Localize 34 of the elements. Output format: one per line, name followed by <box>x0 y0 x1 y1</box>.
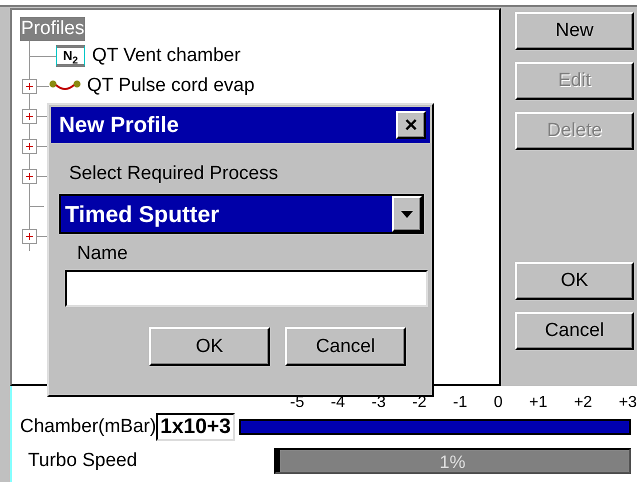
process-value: Timed Sputter <box>64 200 220 228</box>
process-label: Select Required Process <box>69 162 280 186</box>
tree-item[interactable]: QT Vent chamber <box>92 45 241 67</box>
scale-label: +2 <box>574 394 592 412</box>
turbo-label: Turbo Speed <box>27 450 138 472</box>
dropdown-arrow-button[interactable] <box>392 196 422 232</box>
pressure-value: 1x10+3 <box>156 413 235 441</box>
expand-icon[interactable] <box>22 78 37 94</box>
expand-icon[interactable] <box>22 228 37 244</box>
name-label: Name <box>77 242 129 266</box>
chamber-label: Chamber(mBar) <box>20 416 156 438</box>
dialog-button[interactable]: Cancel <box>285 327 406 366</box>
gas-bottle-icon: N$_{2}$ <box>56 45 85 67</box>
process-dropdown[interactable]: Timed Sputter <box>59 194 424 234</box>
dialog-title: New Profile <box>59 112 179 138</box>
scale-label: -1 <box>453 394 468 412</box>
expand-icon[interactable] <box>22 108 37 124</box>
expand-icon[interactable] <box>22 138 37 154</box>
tree-item[interactable]: QT Pulse cord evap <box>87 75 255 97</box>
scale-label: +3 <box>618 394 637 412</box>
scale-label: +1 <box>529 394 548 412</box>
expand-icon[interactable] <box>22 168 37 184</box>
scale-label: 0 <box>494 394 503 412</box>
turbo-reading: 1% <box>438 452 466 472</box>
caret-icon <box>401 210 413 218</box>
close-button[interactable]: × <box>396 111 426 139</box>
name-field[interactable] <box>65 270 428 307</box>
dialog-button[interactable]: OK <box>149 327 270 366</box>
side-button[interactable]: OK <box>515 262 634 300</box>
pulse-cord-icon <box>50 80 80 90</box>
tree-root-item[interactable]: Profiles <box>20 17 86 41</box>
scale-label: -4 <box>330 394 345 412</box>
side-button[interactable]: Cancel <box>515 312 634 350</box>
side-button[interactable]: New <box>515 12 634 50</box>
